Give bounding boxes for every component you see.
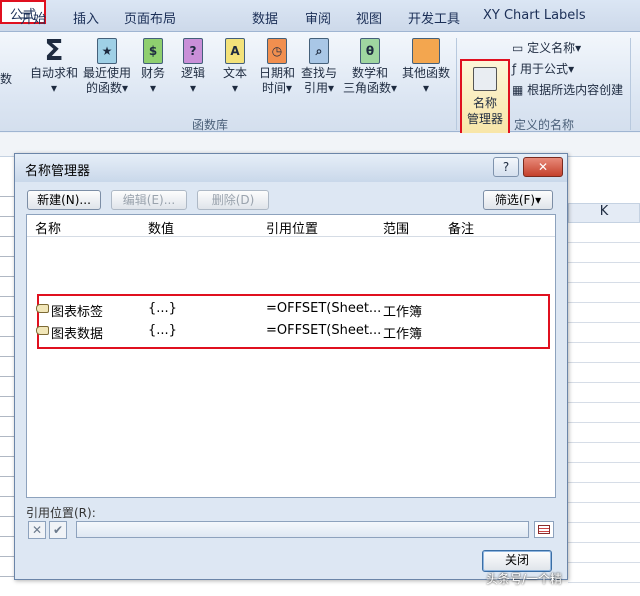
fx-icon: ƒ bbox=[512, 62, 521, 76]
edit-button[interactable]: 编辑(E)... bbox=[111, 190, 187, 210]
math-trig-button[interactable]: θ 数学和 三角函数▾ bbox=[340, 36, 400, 96]
text-book-icon: A bbox=[225, 38, 245, 64]
name-tag-icon bbox=[36, 304, 49, 313]
row-grid-left[interactable] bbox=[0, 177, 14, 577]
table-row[interactable]: 图表标签 {...} =OFFSET(Sheet... 工作簿 bbox=[31, 299, 551, 321]
sigma-icon: Σ bbox=[44, 34, 64, 67]
question-book-icon: ? bbox=[183, 38, 203, 64]
star-book-icon: ★ bbox=[97, 38, 117, 64]
theta-book-icon: θ bbox=[360, 38, 380, 64]
tab-home[interactable]: 开始 bbox=[20, 8, 46, 27]
refers-to-row: ✕ ✔ bbox=[26, 520, 556, 540]
magnifier-book-icon: ⌕ bbox=[309, 38, 329, 64]
defined-names-group-label: 定义的名称 bbox=[514, 118, 575, 132]
group-separator bbox=[630, 38, 631, 130]
cancel-edit-button[interactable]: ✕ bbox=[28, 521, 46, 539]
cell-grid[interactable] bbox=[568, 223, 640, 596]
row-refers-to: =OFFSET(Sheet... bbox=[266, 301, 382, 316]
tab-page-layout[interactable]: 页面布局 bbox=[124, 8, 176, 27]
refers-to-label: 引用位置(R): bbox=[26, 506, 96, 520]
row-value: {...} bbox=[148, 323, 177, 338]
help-button[interactable]: ? bbox=[493, 157, 519, 177]
logical-button[interactable]: ? 逻辑 ▾ bbox=[176, 36, 210, 96]
row-name: 图表数据 bbox=[51, 327, 104, 342]
text-functions-button[interactable]: A 文本 ▾ bbox=[218, 36, 252, 96]
name-manager-dialog: 名称管理器 ? ✕ 新建(N)... 编辑(E)... 删除(D) 筛选(F)▾… bbox=[14, 153, 568, 580]
grid-icon: ▦ bbox=[512, 83, 528, 97]
group-separator bbox=[456, 38, 457, 130]
more-functions-button[interactable]: 其他函数 ▾ bbox=[400, 36, 452, 96]
row-name: 图表标签 bbox=[51, 305, 104, 320]
tab-review[interactable]: 审阅 bbox=[305, 8, 331, 27]
row-value: {...} bbox=[148, 301, 177, 316]
row-refers-to: =OFFSET(Sheet... bbox=[266, 323, 382, 338]
money-book-icon: $ bbox=[143, 38, 163, 64]
col-scope-header[interactable]: 范围 bbox=[383, 218, 409, 237]
table-row[interactable]: 图表数据 {...} =OFFSET(Sheet... 工作簿 bbox=[31, 321, 551, 343]
delete-button[interactable]: 删除(D) bbox=[197, 190, 269, 210]
watermark: 头条号/一个精 bbox=[486, 572, 563, 586]
tag-icon: ▭ bbox=[512, 41, 528, 55]
formulas-ribbon: 数 Σ 自动求和 ▾ ★ 最近使用 的函数▾ $ 财务 ▾ ? 逻辑 ▾ A 文… bbox=[0, 32, 640, 147]
col-refers-header[interactable]: 引用位置 bbox=[266, 218, 318, 237]
ribbon-tab-bar: 开始 插入 页面布局 公式 数据 审阅 视图 开发工具 XY Chart Lab… bbox=[0, 0, 640, 32]
tab-data[interactable]: 数据 bbox=[252, 8, 278, 27]
confirm-edit-button[interactable]: ✔ bbox=[49, 521, 67, 539]
row-scope: 工作簿 bbox=[383, 305, 423, 320]
filter-button[interactable]: 筛选(F)▾ bbox=[483, 190, 553, 210]
define-name-button[interactable]: ▭ 定义名称▾ bbox=[512, 39, 581, 56]
lookup-reference-button[interactable]: ⌕ 查找与 引用▾ bbox=[298, 36, 340, 96]
column-header-k[interactable]: K bbox=[568, 203, 640, 223]
tab-view[interactable]: 视图 bbox=[356, 8, 382, 27]
col-value-header[interactable]: 数值 bbox=[148, 218, 174, 237]
tab-developer[interactable]: 开发工具 bbox=[408, 8, 460, 27]
name-manager-icon bbox=[473, 67, 497, 91]
row-scope: 工作簿 bbox=[383, 327, 423, 342]
insert-function-partial[interactable]: 数 bbox=[0, 72, 12, 87]
refers-to-input[interactable] bbox=[76, 521, 529, 538]
range-picker-icon[interactable] bbox=[534, 521, 554, 538]
col-name-header[interactable]: 名称 bbox=[35, 218, 61, 237]
tab-xy-chart-labels[interactable]: XY Chart Labels bbox=[483, 8, 586, 23]
function-library-group-label: 函数库 bbox=[192, 118, 229, 132]
dialog-title: 名称管理器 bbox=[15, 154, 567, 182]
financial-button[interactable]: $ 财务 ▾ bbox=[136, 36, 170, 96]
col-comment-header[interactable]: 备注 bbox=[448, 218, 474, 237]
list-header: 名称 数值 引用位置 范围 备注 bbox=[27, 215, 555, 237]
clock-book-icon: ◷ bbox=[267, 38, 287, 64]
tab-insert[interactable]: 插入 bbox=[73, 8, 99, 27]
recent-functions-button[interactable]: ★ 最近使用 的函数▾ bbox=[82, 36, 132, 96]
books-icon bbox=[412, 38, 440, 64]
close-button[interactable]: 关闭 bbox=[482, 550, 552, 572]
close-x-button[interactable]: ✕ bbox=[523, 157, 563, 177]
new-button[interactable]: 新建(N)... bbox=[27, 190, 101, 210]
use-in-formula-button[interactable]: ƒ 用于公式▾ bbox=[512, 60, 574, 77]
autosum-button[interactable]: Σ 自动求和 ▾ bbox=[28, 36, 80, 96]
name-tag-icon bbox=[36, 326, 49, 335]
names-list[interactable]: 名称 数值 引用位置 范围 备注 图表标签 {...} =OFFSET(Shee… bbox=[26, 214, 556, 498]
date-time-button[interactable]: ◷ 日期和 时间▾ bbox=[256, 36, 298, 96]
create-from-selection-button[interactable]: ▦ 根据所选内容创建 bbox=[512, 81, 623, 98]
